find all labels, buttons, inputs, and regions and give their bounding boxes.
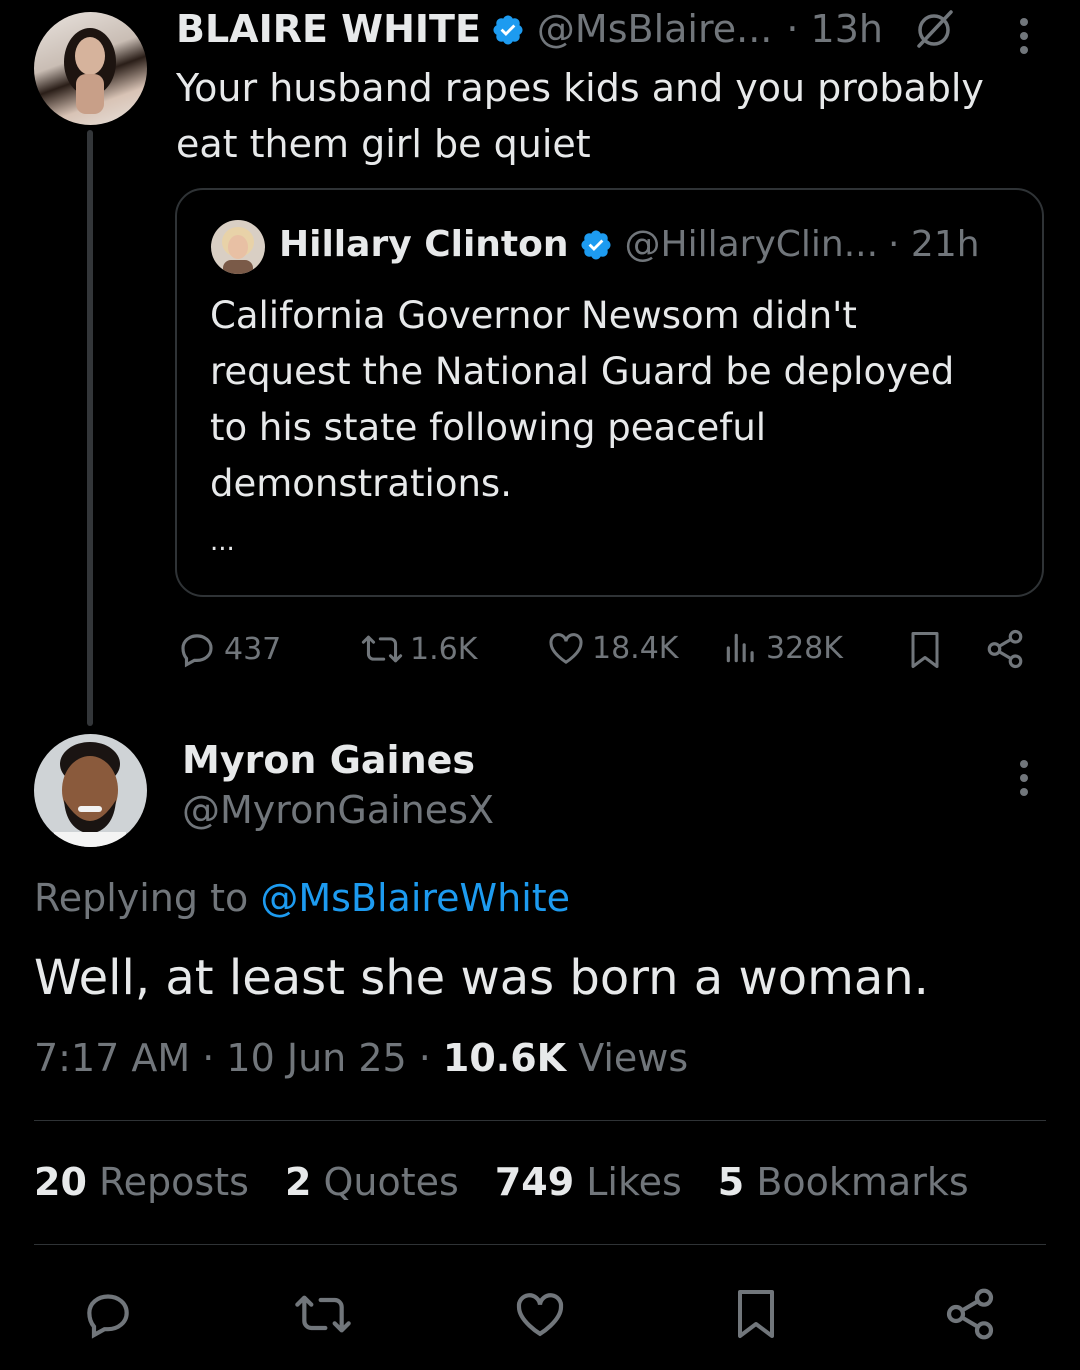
parent-header: BLAIRE WHITE @MsBlaire... · 13h [176,6,957,52]
reply-icon [176,628,218,670]
more-options-icon[interactable] [1012,16,1036,56]
avatar-myron[interactable] [34,734,147,847]
stat-number: 5 [717,1160,745,1204]
reply-icon[interactable] [80,1286,136,1342]
parent-handle[interactable]: @MsBlaire... [537,7,772,51]
stat-number: 20 [34,1160,87,1204]
views-label: Views [566,1036,689,1080]
parent-text-line: eat them girl be quiet [176,122,591,166]
stat-likes[interactable]: 749 Likes [495,1160,682,1204]
avatar-hillary [211,220,265,274]
share-icon[interactable] [984,628,1026,670]
verified-badge-icon [491,12,525,46]
main-tweet-text: Well, at least she was born a woman. [34,950,929,1006]
quoted-text-line: California Governor Newsom didn't [210,294,857,337]
quoted-text-line: demonstrations. [210,462,512,505]
views-action[interactable]: 328K [722,628,843,668]
main-display-name[interactable]: Myron Gaines [182,738,475,782]
bookmark-icon[interactable] [907,630,943,670]
stat-label: Likes [586,1160,682,1204]
stat-bookmarks[interactable]: 5 Bookmarks [718,1160,969,1204]
quoted-text-line: to his state following peaceful [210,406,767,449]
stat-number: 2 [284,1160,312,1204]
quoted-tweet-card[interactable]: Hillary Clinton @HillaryClin... · 21h Ca… [175,188,1044,597]
replying-to-line: Replying to @MsBlaireWhite [34,876,570,920]
stat-label: Reposts [98,1160,249,1204]
parent-text-line: Your husband rapes kids and you probably [176,66,984,110]
share-icon[interactable] [942,1286,998,1342]
parent-display-name[interactable]: BLAIRE WHITE [176,7,481,51]
repost-action[interactable]: 1.6K [360,628,477,670]
analytics-icon [722,628,760,668]
heart-icon [546,628,586,668]
parent-time[interactable]: · 13h [786,7,883,51]
quoted-time: · 21h [888,224,980,265]
repost-icon [360,628,404,670]
avatar-blaire[interactable] [34,12,147,125]
grok-icon[interactable] [911,6,957,52]
verified-badge-icon [579,228,613,262]
timestamp-line: 7:17 AM · 10 Jun 25 · 10.6K Views [34,1036,688,1080]
parent-tweet-text: Your husband rapes kids and you probably… [176,60,984,172]
main-handle[interactable]: @MyronGainesX [182,788,494,832]
quoted-header: Hillary Clinton @HillaryClin... · 21h [279,224,980,265]
views-number: 10.6K [442,1036,567,1080]
stat-label: Quotes [323,1160,459,1204]
timestamp[interactable]: 7:17 AM · 10 Jun 25 · [34,1036,443,1080]
stat-number: 749 [494,1160,575,1204]
reply-action[interactable]: 437 [176,628,281,670]
thread-line [87,130,93,726]
quoted-tweet-text: California Governor Newsom didn't reques… [210,288,954,562]
quoted-more: ... [210,527,235,557]
like-action[interactable]: 18.4K [546,628,678,668]
quoted-display-name: Hillary Clinton [279,224,569,265]
stat-quotes[interactable]: 2 Quotes [285,1160,459,1204]
repost-icon[interactable] [292,1286,354,1342]
like-count: 18.4K [592,630,679,666]
divider [34,1244,1046,1245]
divider [34,1120,1046,1121]
quoted-text-line: request the National Guard be deployed [210,350,955,393]
replying-to-link[interactable]: @MsBlaireWhite [260,876,570,920]
heart-icon[interactable] [512,1286,568,1342]
reply-count: 437 [224,631,282,667]
views-count: 328K [766,630,843,666]
engagement-stats: 20 Reposts 2 Quotes 749 Likes 5 Bookmark… [34,1160,969,1204]
more-options-icon[interactable] [1012,758,1036,798]
replying-prefix: Replying to [34,876,249,920]
bookmark-icon[interactable] [732,1286,780,1342]
quoted-handle: @HillaryClin... [624,224,879,265]
repost-count: 1.6K [410,631,478,667]
stat-reposts[interactable]: 20 Reposts [34,1160,249,1204]
stat-label: Bookmarks [756,1160,969,1204]
